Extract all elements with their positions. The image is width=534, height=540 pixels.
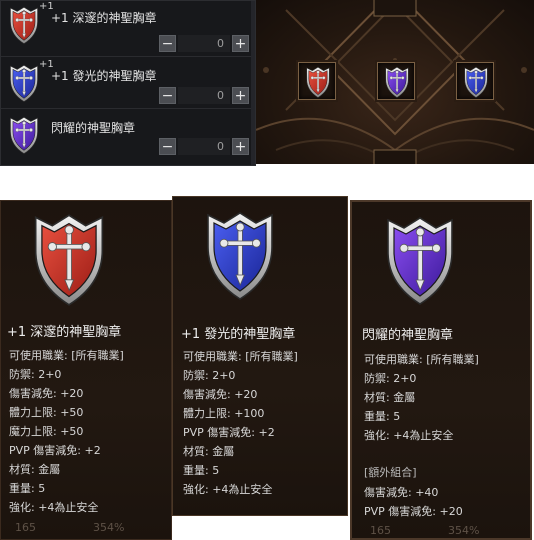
stat-line: 可使用職業: [所有職業] xyxy=(183,350,298,363)
stat-line: 強化: +4為止安全 xyxy=(9,501,99,514)
blue-shield-icon xyxy=(10,64,38,103)
stat-line: 強化: +4為止安全 xyxy=(364,429,454,442)
decrease-button[interactable]: − xyxy=(159,138,176,155)
stat-line: 傷害減免: +40 xyxy=(364,486,439,499)
stat-line: 可使用職業: [所有職業] xyxy=(9,349,124,362)
tooltip-card-purple: 閃耀的神聖胸章 可使用職業: [所有職業] 防禦: 2+0 材質: 金屬 重量:… xyxy=(350,200,532,540)
background-text: 354% xyxy=(93,521,125,534)
stat-line: 體力上限: +100 xyxy=(183,407,265,420)
purple-shield-icon xyxy=(10,116,38,155)
tooltip-title: 閃耀的神聖胸章 xyxy=(362,328,454,343)
inventory-item-purple[interactable]: 閃耀的神聖胸章 − 0 + xyxy=(1,108,255,161)
background-text: 165 xyxy=(370,524,391,537)
tooltip-card-red: +1 深邃的神聖胸章 可使用職業: [所有職業] 防禦: 2+0 傷害減免: +… xyxy=(0,200,172,540)
stat-line: 傷害減免: +20 xyxy=(9,387,84,400)
red-shield-icon xyxy=(34,214,104,306)
stat-line: 重量: 5 xyxy=(364,410,401,423)
stat-line: 傷害減免: +20 xyxy=(183,388,258,401)
purple-shield-icon xyxy=(385,66,409,98)
stat-line: 可使用職業: [所有職業] xyxy=(364,353,479,366)
badge-slot-red[interactable] xyxy=(298,62,336,100)
stat-line: 防禦: 2+0 xyxy=(364,372,417,385)
badge-slot-panel xyxy=(256,0,534,164)
badge-slot-purple[interactable] xyxy=(377,62,415,100)
stat-line: 材質: 金屬 xyxy=(9,463,61,476)
blue-shield-icon xyxy=(207,212,273,300)
quantity-stepper: − 0 + xyxy=(159,35,249,53)
stat-line: 材質: 金屬 xyxy=(364,391,416,404)
stat-line: 體力上限: +50 xyxy=(9,406,84,419)
purple-shield-icon xyxy=(387,217,453,305)
tooltip-card-blue: +1 發光的神聖胸章 可使用職業: [所有職業] 防禦: 2+0 傷害減免: +… xyxy=(172,196,348,516)
quantity-input[interactable]: 0 xyxy=(178,35,230,52)
stat-line: 材質: 金屬 xyxy=(183,445,235,458)
stat-line: 魔力上限: +50 xyxy=(9,425,84,438)
item-name: +1 深邃的神聖胸章 xyxy=(51,11,157,25)
stat-line: 重量: 5 xyxy=(9,482,46,495)
inventory-item-red[interactable]: +1 +1 深邃的神聖胸章 − 0 + xyxy=(1,1,255,53)
stat-line: 防禦: 2+0 xyxy=(183,369,236,382)
stat-line: 防禦: 2+0 xyxy=(9,368,62,381)
increase-button[interactable]: + xyxy=(232,87,249,104)
tooltip-title: +1 深邃的神聖胸章 xyxy=(7,325,122,340)
item-name: +1 發光的神聖胸章 xyxy=(51,69,157,83)
background-text: 354% xyxy=(448,524,480,537)
quantity-input[interactable]: 0 xyxy=(178,87,230,104)
quantity-stepper: − 0 + xyxy=(159,87,249,105)
blue-shield-icon xyxy=(464,66,488,98)
quantity-stepper: − 0 + xyxy=(159,138,249,156)
decrease-button[interactable]: − xyxy=(159,87,176,104)
red-shield-icon xyxy=(10,6,38,45)
stat-line: 強化: +4為止安全 xyxy=(183,483,273,496)
red-shield-icon xyxy=(306,66,330,98)
increase-button[interactable]: + xyxy=(232,35,249,52)
quantity-input[interactable]: 0 xyxy=(178,138,230,155)
inventory-list: +1 +1 深邃的神聖胸章 − 0 + +1 +1 發光的神聖胸章 − 0 + … xyxy=(0,0,256,166)
extra-set-header: [額外組合] xyxy=(364,466,417,479)
stat-line: 重量: 5 xyxy=(183,464,220,477)
background-text: 165 xyxy=(15,521,36,534)
stat-line: PVP 傷害減免: +20 xyxy=(364,505,463,518)
stat-line: PVP 傷害減免: +2 xyxy=(9,444,101,457)
tooltip-title: +1 發光的神聖胸章 xyxy=(181,327,296,342)
increase-button[interactable]: + xyxy=(232,138,249,155)
badge-slot-blue[interactable] xyxy=(456,62,494,100)
item-name: 閃耀的神聖胸章 xyxy=(51,121,136,135)
scrollbar[interactable] xyxy=(251,1,255,165)
decrease-button[interactable]: − xyxy=(159,35,176,52)
stat-line: PVP 傷害減免: +2 xyxy=(183,426,275,439)
inventory-item-blue[interactable]: +1 +1 發光的神聖胸章 − 0 + xyxy=(1,56,255,109)
